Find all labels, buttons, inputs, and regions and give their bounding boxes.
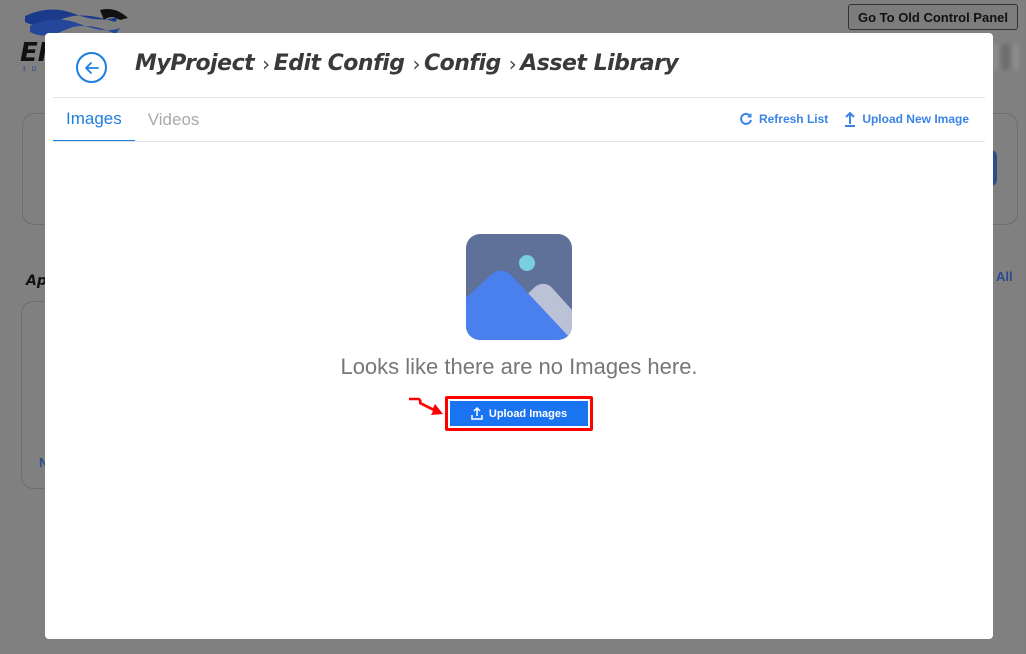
image-placeholder-icon xyxy=(466,234,572,340)
old-control-panel-button[interactable]: Go To Old Control Panel xyxy=(848,4,1018,30)
breadcrumb-item-config[interactable]: Config xyxy=(424,51,501,76)
upload-images-highlight: Upload Images xyxy=(445,396,593,431)
upload-images-button[interactable]: Upload Images xyxy=(450,401,588,426)
upload-icon xyxy=(845,111,856,127)
arrow-left-icon xyxy=(84,61,99,74)
background-avatar xyxy=(993,44,1018,70)
background-section-title: Ap xyxy=(26,273,47,289)
divider xyxy=(53,141,985,142)
tab-bar: Images Videos xyxy=(53,98,212,142)
logo-subtext: 3D xyxy=(22,66,43,73)
breadcrumb-separator: › xyxy=(412,51,420,76)
refresh-icon xyxy=(740,112,752,125)
back-button[interactable] xyxy=(76,52,107,83)
refresh-list-button[interactable]: Refresh List xyxy=(739,111,828,127)
breadcrumb-separator: › xyxy=(262,51,270,76)
upload-new-image-button[interactable]: Upload New Image xyxy=(844,111,969,127)
tab-images[interactable]: Images xyxy=(53,98,135,142)
breadcrumb-separator: › xyxy=(508,51,517,76)
logo-text: EI xyxy=(20,38,48,68)
view-all-link[interactable]: All xyxy=(996,269,1013,284)
breadcrumb-item-myproject[interactable]: MyProject xyxy=(135,51,255,76)
toolbar: Refresh List Upload New Image xyxy=(739,111,969,127)
upload-images-label: Upload Images xyxy=(488,407,568,420)
arrow-annotation-icon xyxy=(409,397,443,415)
breadcrumb: MyProject › Edit Config › Config › Asset… xyxy=(135,51,679,76)
upload-new-image-label: Upload New Image xyxy=(862,112,969,126)
empty-state-message: Looks like there are no Images here. xyxy=(340,354,698,379)
refresh-list-label: Refresh List xyxy=(758,112,829,126)
upload-icon xyxy=(471,407,483,420)
breadcrumb-item-edit-config[interactable]: Edit Config xyxy=(274,51,405,76)
tab-videos[interactable]: Videos xyxy=(135,98,213,142)
breadcrumb-item-asset-library: Asset Library xyxy=(520,51,679,76)
asset-library-modal: MyProject › Edit Config › Config › Asset… xyxy=(45,33,993,639)
